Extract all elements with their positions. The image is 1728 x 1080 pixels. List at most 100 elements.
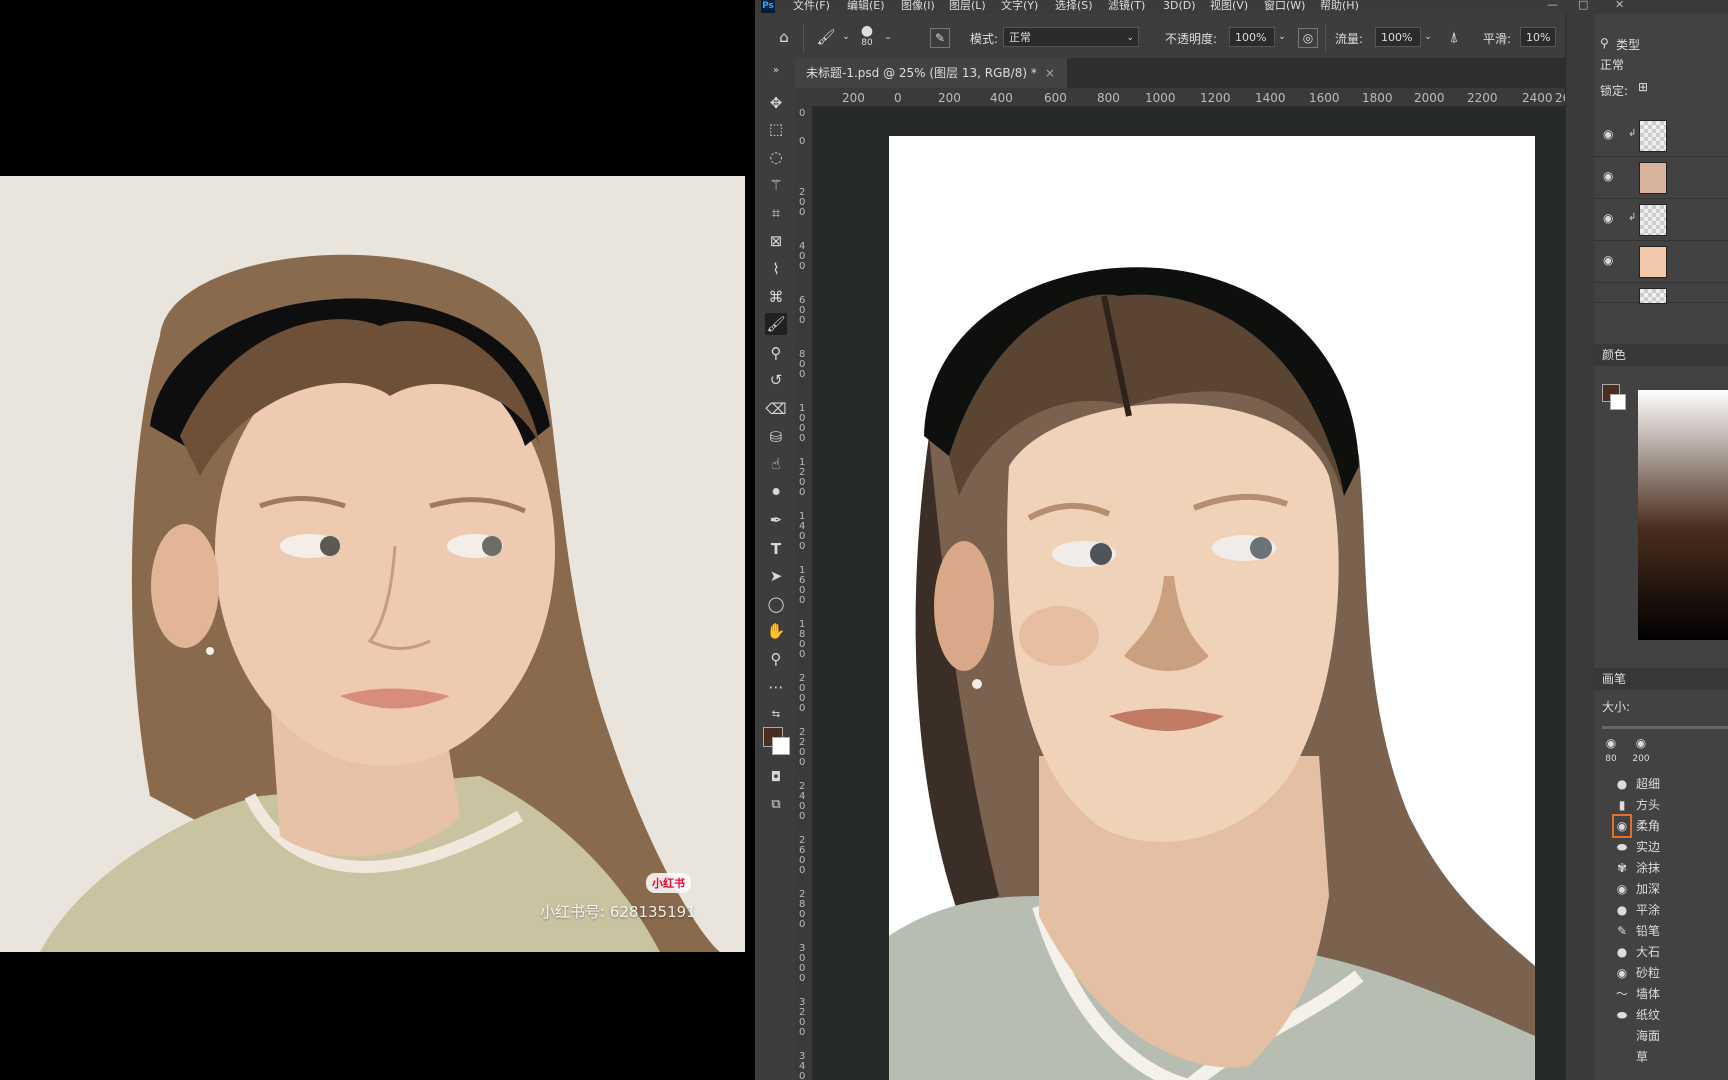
history-brush-tool-icon[interactable]: ↺ [765, 369, 787, 391]
ellipse-tool-icon[interactable]: ◯ [765, 593, 787, 615]
marquee-tool-icon[interactable]: ⬚ [765, 118, 787, 140]
eye-icon[interactable]: ◉ [1603, 211, 1613, 225]
eraser-tool-icon[interactable]: ⌫ [765, 398, 787, 420]
panel-background-swatch[interactable] [1610, 394, 1626, 410]
eye-icon[interactable]: ◉ [1603, 127, 1613, 141]
brush-item[interactable]: 草 [1594, 1047, 1728, 1067]
healing-brush-tool-icon[interactable]: ⌘ [765, 286, 787, 308]
brush-tool-preset-icon[interactable]: 🖌 [815, 26, 837, 48]
color-panel-title[interactable]: 颜色 [1594, 344, 1728, 366]
layer-row[interactable]: ◉ [1594, 156, 1728, 199]
brush-item[interactable]: ✎ 铅笔 [1594, 921, 1728, 941]
color-picker-field[interactable] [1638, 390, 1728, 640]
flow-field[interactable]: 100% [1375, 27, 1421, 47]
ruler-corner [795, 88, 812, 106]
brush-item[interactable]: ● 平涂 [1594, 900, 1728, 920]
brush-item[interactable]: 海面 [1594, 1026, 1728, 1046]
mode-select[interactable]: 正常 ⌄ [1003, 27, 1139, 47]
swap-colors-icon[interactable]: ⇆ [765, 704, 787, 726]
document-canvas[interactable] [889, 136, 1535, 1080]
brush-item-selected[interactable]: ◉ 柔角 [1594, 814, 1728, 838]
menu-image[interactable]: 图像(I) [901, 0, 935, 12]
brush-item[interactable]: ◉ 加深 [1594, 879, 1728, 899]
screen-mode-icon[interactable]: ⧉ [765, 794, 787, 816]
eye-icon[interactable]: ◉ [1603, 169, 1613, 183]
menu-window[interactable]: 窗口(W) [1264, 0, 1305, 12]
lock-transparent-icon[interactable]: ⊞ [1638, 80, 1648, 94]
dodge-tool-icon[interactable]: ⚫ [765, 481, 787, 503]
smoothing-field[interactable]: 10% [1520, 27, 1556, 47]
canvas-workspace[interactable] [812, 106, 1565, 1080]
layer-row[interactable] [1594, 282, 1728, 304]
maximize-button[interactable]: □ [1578, 0, 1588, 11]
brush-item[interactable]: ◉ 砂粒 [1594, 963, 1728, 983]
menu-help[interactable]: 帮助(H) [1320, 0, 1359, 12]
brush-icon: ⬬ [1616, 840, 1628, 854]
brush-item[interactable]: ▮ 方头 [1594, 795, 1728, 815]
clone-stamp-tool-icon[interactable]: ⚲ [765, 342, 787, 364]
layer-row[interactable]: ◉ ↲ [1594, 114, 1728, 157]
chevron-down-icon[interactable]: ⌄ [877, 26, 899, 48]
brush-size-picker[interactable]: ● 80 [855, 24, 879, 58]
brush-preset-small[interactable]: ◉ 80 [1600, 736, 1622, 764]
type-tool-icon[interactable]: T [765, 538, 787, 560]
pressure-opacity-icon[interactable]: ◎ [1298, 28, 1318, 48]
menu-3d[interactable]: 3D(D) [1163, 0, 1196, 12]
minimize-button[interactable]: — [1547, 0, 1558, 11]
panel-icon-strip [1566, 14, 1594, 1080]
frame-tool-icon[interactable]: ⊠ [765, 230, 787, 252]
brush-tool-icon[interactable]: 🖌 [765, 313, 787, 335]
path-selection-tool-icon[interactable]: ➤ [765, 565, 787, 587]
menu-select[interactable]: 选择(S) [1055, 0, 1093, 12]
brush-item[interactable]: 〜墙体 [1594, 984, 1728, 1004]
brush-item[interactable]: ⬬ 纸纹 [1594, 1005, 1728, 1025]
chevron-down-icon[interactable]: ⌄ [835, 26, 857, 48]
more-tools-icon[interactable]: ⋯ [765, 676, 787, 698]
smudge-tool-icon[interactable]: ☝ [765, 453, 787, 475]
brush-icon: ⬬ [1616, 1008, 1628, 1022]
layer-row[interactable]: ◉ ↲ [1594, 198, 1728, 241]
brush-item[interactable]: ✾ 涂抹 [1594, 858, 1728, 878]
layer-row[interactable]: ◉ [1594, 240, 1728, 283]
brush-preset-large[interactable]: ◉ 200 [1630, 736, 1652, 764]
menu-edit[interactable]: 编辑(E) [847, 0, 885, 12]
hand-tool-icon[interactable]: ✋ [765, 620, 787, 642]
magic-wand-tool-icon[interactable]: ⚚ [765, 174, 787, 196]
menu-type[interactable]: 文字(Y) [1001, 0, 1038, 12]
pen-tool-icon[interactable]: ✒ [765, 509, 787, 531]
menu-view[interactable]: 视图(V) [1210, 0, 1248, 12]
photoshop-logo-icon: Ps [761, 0, 775, 13]
home-icon[interactable]: ⌂ [773, 26, 795, 48]
airbrush-icon[interactable]: ⍋ [1443, 26, 1465, 48]
opacity-field[interactable]: 100% [1229, 27, 1275, 47]
crop-tool-icon[interactable]: ⌗ [765, 202, 787, 224]
menu-layer[interactable]: 图层(L) [949, 0, 986, 12]
eyedropper-tool-icon[interactable]: ⌇ [765, 258, 787, 280]
move-tool-icon[interactable]: ✥ [765, 92, 787, 114]
ruler-tick-label: 1400 [1255, 91, 1286, 105]
background-color-swatch[interactable] [772, 737, 790, 755]
horizontal-ruler[interactable]: 200 0 200 400 600 800 1000 1200 1400 160… [812, 88, 1565, 106]
menu-file[interactable]: 文件(F) [793, 0, 830, 12]
vertical-ruler[interactable]: 0 0 2 0 0 4 0 0 6 0 0 8 0 0 1 0 0 0 1 2 … [795, 106, 812, 1080]
brush-size-slider[interactable] [1602, 726, 1728, 729]
paint-bucket-tool-icon[interactable]: ⛁ [765, 426, 787, 448]
brushes-panel-title[interactable]: 画笔 [1594, 668, 1728, 690]
document-tab[interactable]: 未标题-1.psd @ 25% (图层 13, RGB/8) * × [795, 58, 1067, 88]
brush-item[interactable]: ● 超细 [1594, 774, 1728, 794]
lasso-tool-icon[interactable]: ◌ [765, 146, 787, 168]
brush-item-label: 涂抹 [1636, 861, 1661, 875]
close-window-button[interactable]: ✕ [1615, 0, 1624, 11]
brush-item[interactable]: ⬬ 实边 [1594, 837, 1728, 857]
menu-filter[interactable]: 滤镜(T) [1108, 0, 1145, 12]
brush-settings-icon[interactable]: ✎ [930, 28, 950, 48]
collapse-toolbar-icon[interactable]: » [765, 60, 787, 82]
zoom-tool-icon[interactable]: ⚲ [765, 648, 787, 670]
quick-mask-icon[interactable]: ◘ [765, 767, 787, 789]
brush-item[interactable]: ● 大石 [1594, 942, 1728, 962]
eye-icon[interactable]: ◉ [1603, 253, 1613, 267]
chevron-down-icon[interactable]: ⌄ [1417, 26, 1439, 48]
close-tab-button[interactable]: × [1045, 66, 1055, 80]
blend-mode-select[interactable]: 正常 [1600, 56, 1624, 73]
chevron-down-icon[interactable]: ⌄ [1271, 26, 1293, 48]
